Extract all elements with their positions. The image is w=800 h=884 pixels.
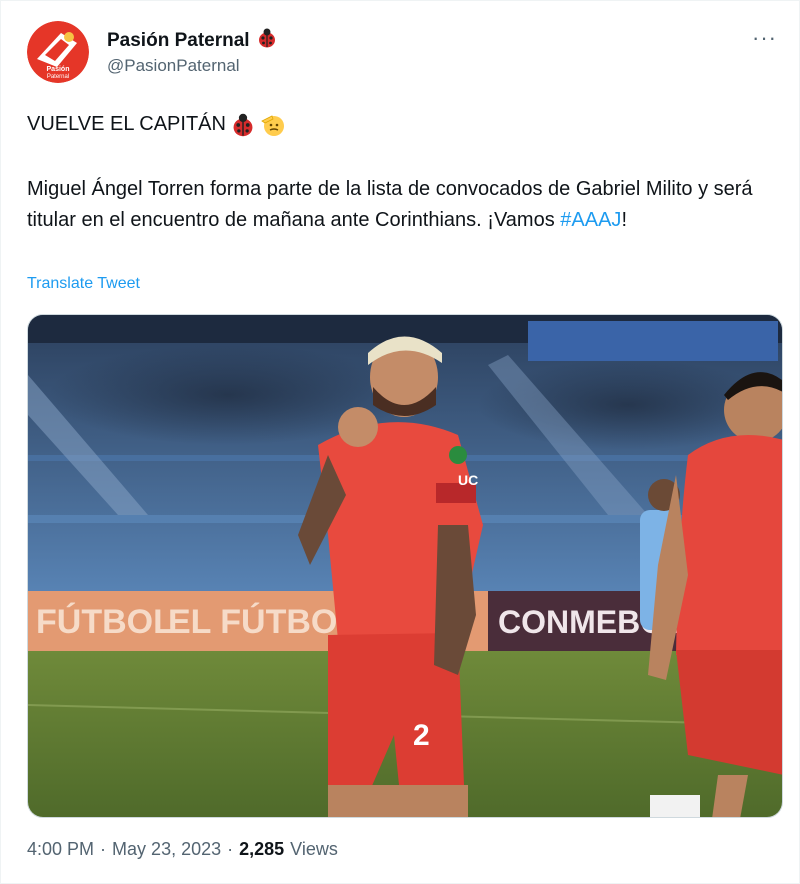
tweet-meta: 4:00 PM · May 23, 2023 · 2,285 Views <box>27 839 338 860</box>
meta-separator: · <box>227 839 234 859</box>
tweet-card: Pasión Paternal Pasión Paternal @PasionP… <box>0 0 800 884</box>
meta-separator: · <box>100 839 107 859</box>
avatar[interactable]: Pasión Paternal <box>27 21 89 83</box>
svg-text:Paternal: Paternal <box>47 74 69 80</box>
hashtag-link[interactable]: #AAAJ <box>560 209 621 231</box>
tweet-photo[interactable]: FÚTBOL EL FÚTBOL ES FE CONMEBOL 2 UC <box>27 314 783 818</box>
more-options-icon[interactable]: ··· <box>752 25 777 51</box>
views-label: Views <box>290 839 338 859</box>
views-count: 2,285 <box>239 839 285 859</box>
tweet-time[interactable]: 4:00 PM <box>27 839 94 860</box>
saluting-face-icon <box>260 112 286 138</box>
svg-text:Pasión: Pasión <box>47 66 70 73</box>
tweet-body-end: ! <box>621 209 627 231</box>
author-handle[interactable]: @PasionPaternal <box>107 56 240 76</box>
tweet-line-1: VUELVE EL CAPITÁN <box>27 109 286 140</box>
ladybug-icon <box>230 112 256 138</box>
ladybug-icon <box>256 27 278 54</box>
tweet-date[interactable]: May 23, 2023 <box>112 839 221 860</box>
banner-left: FÚTBOL <box>36 603 174 641</box>
display-name[interactable]: Pasión Paternal <box>107 30 250 52</box>
shirt-sponsor: UC <box>458 472 478 488</box>
author-name-row: Pasión Paternal <box>107 27 278 54</box>
tweet-body-text: Miguel Ángel Torren forma parte de la li… <box>27 178 753 231</box>
translate-tweet-link[interactable]: Translate Tweet <box>27 275 140 293</box>
football-player-photo: FÚTBOL EL FÚTBOL ES FE CONMEBOL 2 UC <box>28 315 782 817</box>
tweet-body: Miguel Ángel Torren forma parte de la li… <box>27 174 787 236</box>
shirt-number: 2 <box>413 719 430 752</box>
tweet-headline: VUELVE EL CAPITÁN <box>27 113 226 135</box>
